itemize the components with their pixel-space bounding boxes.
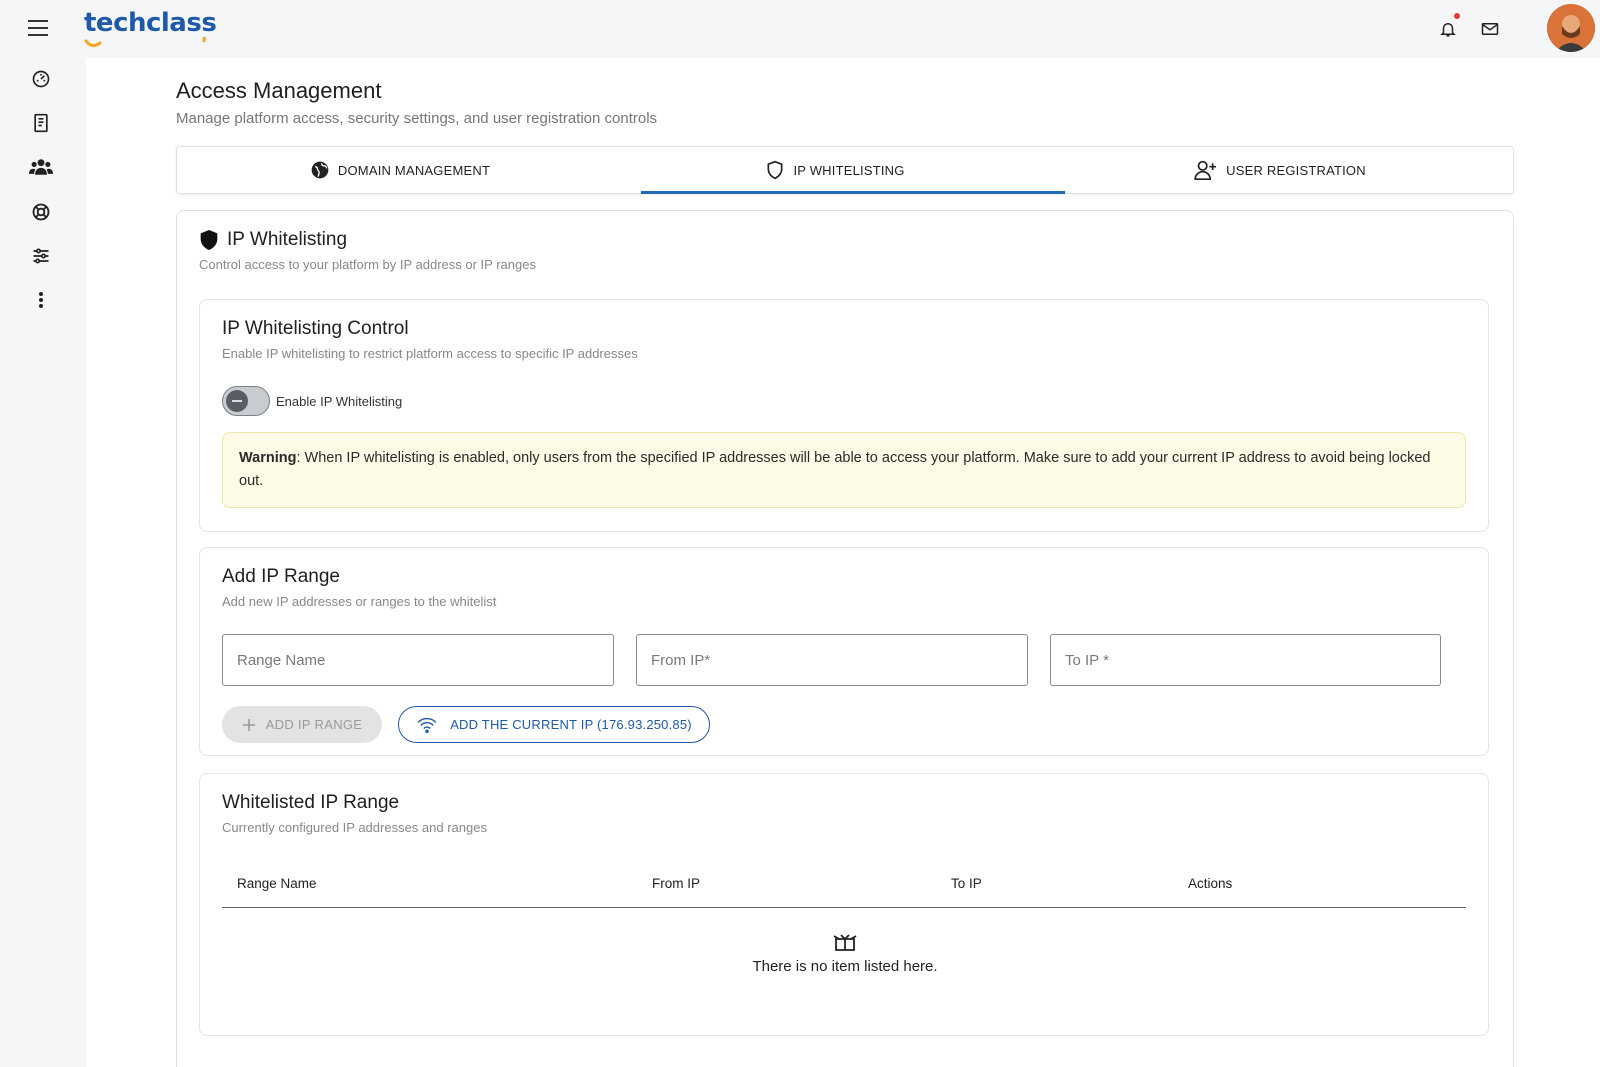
shield-filled-icon (200, 230, 218, 250)
techclass-logo[interactable]: techclass (84, 8, 217, 48)
bell-icon[interactable] (1434, 13, 1462, 43)
to-ip-input[interactable] (1050, 634, 1441, 686)
tab-user-registration[interactable]: USER REGISTRATION (1047, 147, 1513, 193)
plus-icon (242, 718, 255, 731)
page-subtitle: Manage platform access, security setting… (176, 110, 658, 127)
dashboard-icon[interactable] (28, 66, 54, 92)
warning-text: : When IP whitelisting is enabled, only … (239, 450, 1431, 489)
column-header-from-ip[interactable]: From IP (652, 876, 700, 891)
wifi-icon (417, 717, 437, 733)
card-title: Add IP Range (222, 566, 340, 587)
add-ip-range-card: Add IP Range Add new IP addresses or ran… (199, 547, 1489, 756)
shield-icon (767, 160, 783, 180)
main-content: Access Management Manage platform access… (86, 58, 1600, 1067)
tab-domain-management[interactable]: DOMAIN MANAGEMENT (177, 147, 623, 193)
from-ip-input[interactable] (636, 634, 1028, 686)
ip-whitelisting-panel: IP Whitelisting Control access to your p… (176, 210, 1514, 1067)
tab-bar: DOMAIN MANAGEMENT IP WHITELISTING USER R… (176, 146, 1514, 194)
card-title: IP Whitelisting Control (222, 318, 409, 339)
empty-box-icon (833, 934, 857, 951)
column-header-actions: Actions (1188, 876, 1233, 891)
toggle-label: Enable IP Whitelisting (276, 393, 403, 409)
mail-icon[interactable] (1476, 15, 1504, 43)
card-subtitle: Enable IP whitelisting to restrict platf… (222, 346, 638, 361)
range-name-input[interactable] (222, 634, 614, 686)
tab-label: USER REGISTRATION (1226, 162, 1366, 178)
whitelisted-ip-range-card: Whitelisted IP Range Currently configure… (199, 773, 1489, 1036)
page-title: Access Management (176, 78, 382, 103)
active-tab-indicator (641, 191, 1065, 194)
more-vertical-icon[interactable] (28, 287, 54, 313)
section-subtitle: Control access to your platform by IP ad… (199, 257, 536, 272)
column-header-range-name[interactable]: Range Name (237, 876, 317, 891)
notification-dot (1454, 13, 1460, 19)
card-subtitle: Currently configured IP addresses and ra… (222, 820, 487, 835)
add-current-ip-button[interactable]: ADD THE CURRENT IP (176.93.250.85) (398, 706, 710, 743)
hamburger-icon[interactable] (26, 16, 52, 40)
book-icon[interactable] (28, 110, 54, 136)
section-title-text: IP Whitelisting (227, 229, 348, 250)
button-label: ADD IP RANGE (265, 717, 363, 732)
top-bar: techclass (0, 0, 1600, 58)
card-subtitle: Add new IP addresses or ranges to the wh… (222, 594, 497, 609)
logo-text: techclass (84, 8, 217, 38)
warning-label: Warning (239, 450, 297, 466)
tab-label: DOMAIN MANAGEMENT (337, 162, 491, 178)
button-label: ADD THE CURRENT IP (176.93.250.85) (450, 717, 692, 732)
ip-whitelisting-control-card: IP Whitelisting Control Enable IP whitel… (199, 299, 1489, 532)
sliders-icon[interactable] (28, 243, 54, 269)
user-plus-icon (1194, 160, 1217, 180)
add-ip-range-button[interactable]: ADD IP RANGE (222, 706, 382, 743)
tab-label: IP WHITELISTING (793, 162, 905, 178)
empty-state: There is no item listed here. (200, 934, 1490, 976)
warning-banner: Warning: When IP whitelisting is enabled… (222, 432, 1466, 508)
sidebar (0, 58, 84, 1067)
card-title: Whitelisted IP Range (222, 792, 400, 813)
toggle-knob (226, 390, 248, 412)
enable-ip-whitelisting-toggle[interactable]: Enable IP Whitelisting (222, 386, 402, 416)
toggle-switch[interactable] (222, 386, 270, 416)
user-avatar[interactable] (1547, 4, 1595, 52)
globe-icon (311, 161, 329, 179)
users-icon[interactable] (28, 154, 54, 180)
empty-state-text: There is no item listed here. (752, 958, 938, 975)
column-header-to-ip[interactable]: To IP (951, 876, 982, 891)
table-header: Range Name From IP To IP Actions (222, 862, 1466, 908)
logo-swoosh (84, 37, 206, 48)
section-title: IP Whitelisting (199, 229, 347, 251)
tab-ip-whitelisting[interactable]: IP WHITELISTING (623, 147, 1047, 193)
support-icon[interactable] (28, 199, 54, 225)
